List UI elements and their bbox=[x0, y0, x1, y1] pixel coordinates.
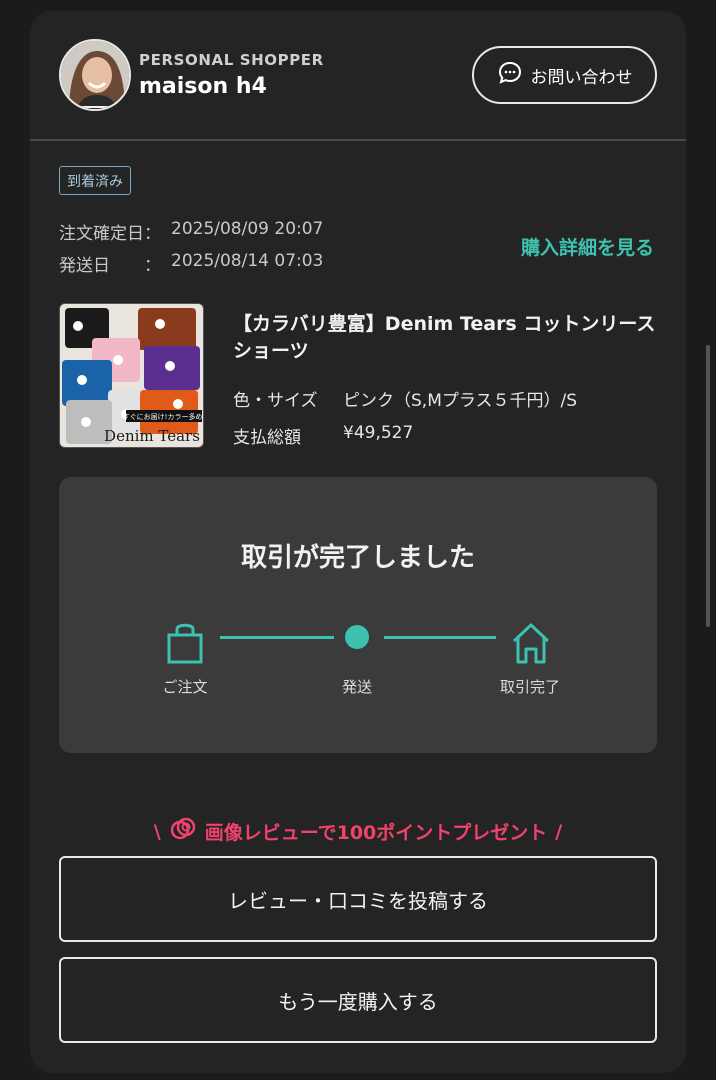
shopping-bag-icon bbox=[164, 621, 206, 665]
progress-line-2 bbox=[384, 636, 496, 639]
progress-line-1 bbox=[220, 636, 334, 639]
purchase-detail-link[interactable]: 購入詳細を見る bbox=[521, 233, 654, 260]
step-label-complete: 取引完了 bbox=[499, 678, 560, 696]
total-row: 支払総額 ¥49,527 bbox=[233, 423, 413, 448]
color-size-row: 色・サイズ ピンク（S,Mプラス５千円）/S bbox=[233, 386, 577, 411]
confirmed-date-value: 2025/08/09 20:07 bbox=[171, 219, 324, 239]
transaction-complete-title: 取引が完了しました bbox=[240, 543, 475, 573]
status-badge: 到着済み bbox=[59, 166, 131, 195]
confirmed-date-row: 注文確定日： 2025/08/09 20:07 bbox=[59, 219, 323, 244]
color-size-label: 色・サイズ bbox=[233, 391, 318, 411]
shop-name[interactable]: maison h4 bbox=[139, 74, 267, 99]
thumbnail-banner-text: すぐにお届け!カラー多め! bbox=[123, 412, 204, 421]
shopper-header: PERSONAL SHOPPER maison h4 お問い合わせ bbox=[30, 11, 686, 141]
promo-left-slash: \ bbox=[153, 820, 161, 843]
shopper-avatar[interactable] bbox=[59, 39, 131, 111]
review-promo: \ 画像レビューで100ポイントプレゼント / bbox=[30, 815, 686, 848]
promo-text: 画像レビューで100ポイントプレゼント bbox=[204, 822, 548, 844]
shipped-date-row: 発送日 ： 2025/08/14 07:03 bbox=[59, 251, 323, 276]
thumbnail-brand-text: Denim Tears bbox=[104, 427, 200, 445]
transaction-progress-panel: 取引が完了しました ご注文 発送 取引完了 bbox=[59, 477, 657, 753]
order-card: PERSONAL SHOPPER maison h4 お問い合わせ 到着済み 注… bbox=[30, 11, 686, 1073]
step-label-order: ご注文 bbox=[162, 678, 208, 696]
product-thumbnail[interactable]: すぐにお届け!カラー多め! Denim Tears bbox=[59, 303, 204, 448]
points-coin-icon bbox=[169, 815, 197, 848]
shipped-date-value: 2025/08/14 07:03 bbox=[171, 251, 324, 271]
buy-again-button[interactable]: もう一度購入する bbox=[59, 957, 657, 1043]
scrollbar[interactable] bbox=[706, 345, 710, 627]
personal-shopper-label: PERSONAL SHOPPER bbox=[139, 51, 324, 69]
post-review-button[interactable]: レビュー・口コミを投稿する bbox=[59, 856, 657, 942]
contact-button-label: お問い合わせ bbox=[530, 67, 633, 88]
product-title[interactable]: 【カラバリ豊富】Denim Tears コットンリースショーツ bbox=[233, 311, 663, 365]
contact-button[interactable]: お問い合わせ bbox=[472, 46, 657, 104]
total-value: ¥49,527 bbox=[343, 423, 414, 443]
color-size-value: ピンク（S,Mプラス５千円）/S bbox=[343, 391, 578, 411]
shipped-date-label: 発送日 ： bbox=[59, 256, 161, 276]
home-icon bbox=[510, 621, 552, 665]
step-label-shipping: 発送 bbox=[341, 678, 372, 696]
dot-icon bbox=[345, 625, 369, 649]
confirmed-date-label: 注文確定日： bbox=[59, 224, 161, 244]
header-divider bbox=[30, 139, 686, 141]
promo-right-slash: / bbox=[555, 820, 563, 843]
total-label: 支払総額 bbox=[233, 428, 301, 448]
chat-bubble-icon bbox=[497, 60, 523, 91]
